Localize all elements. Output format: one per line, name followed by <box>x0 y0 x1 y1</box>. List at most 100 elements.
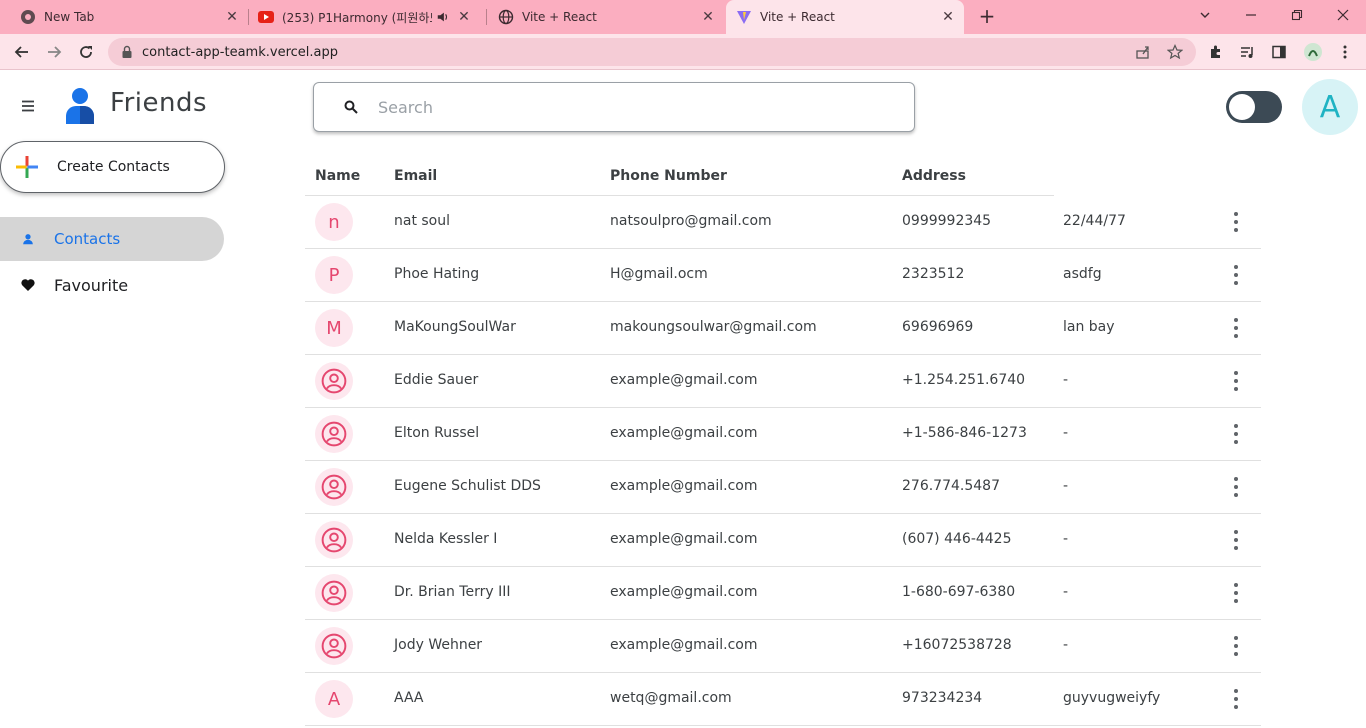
contact-email: example@gmail.com <box>610 425 758 441</box>
plus-icon <box>16 156 38 178</box>
table-row[interactable]: Jody Wehner example@gmail.com +160725387… <box>305 620 1261 673</box>
contact-name: Jody Wehner <box>394 637 483 653</box>
url-text[interactable]: contact-app-teamk.vercel.app <box>142 45 338 60</box>
tab-youtube[interactable]: (253) P1Harmony (피원하모니 ✕ <box>248 0 486 34</box>
close-icon[interactable]: ✕ <box>698 9 718 25</box>
tab-new-tab[interactable]: New Tab ✕ <box>0 0 248 34</box>
close-icon[interactable]: ✕ <box>222 9 242 25</box>
contact-avatar: n <box>315 203 353 241</box>
contact-email: makoungsoulwar@gmail.com <box>610 319 817 335</box>
contact-avatar <box>315 362 353 400</box>
back-arrow-icon[interactable] <box>11 41 33 63</box>
column-header-name[interactable]: Name <box>315 168 360 184</box>
restore-button[interactable] <box>1274 0 1320 30</box>
create-contacts-label: Create Contacts <box>57 159 170 175</box>
contact-phone: 276.774.5487 <box>902 478 1000 494</box>
table-row[interactable]: Elton Russel example@gmail.com +1-586-84… <box>305 408 1261 461</box>
more-vertical-icon[interactable] <box>1227 687 1245 711</box>
contact-name: AAA <box>394 690 424 706</box>
lock-icon[interactable] <box>120 45 134 59</box>
contact-email: example@gmail.com <box>610 531 758 547</box>
reload-icon[interactable] <box>75 41 97 63</box>
more-vertical-icon[interactable] <box>1227 316 1245 340</box>
table-row[interactable]: P Phoe Hating H@gmail.ocm 2323512 asdfg <box>305 249 1261 302</box>
search-bar[interactable] <box>313 82 915 132</box>
contact-phone: 2323512 <box>902 266 965 282</box>
forward-arrow-icon[interactable] <box>43 41 65 63</box>
more-vertical-icon[interactable] <box>1227 475 1245 499</box>
contact-name: Phoe Hating <box>394 266 480 282</box>
user-avatar[interactable]: A <box>1302 79 1358 135</box>
account-circle-icon <box>321 368 347 394</box>
side-panel-icon[interactable] <box>1269 42 1289 62</box>
search-icon[interactable] <box>344 100 358 114</box>
more-vertical-icon[interactable] <box>1227 369 1245 393</box>
close-icon[interactable]: ✕ <box>938 9 958 25</box>
toggle-knob <box>1229 94 1255 120</box>
address-bar[interactable]: contact-app-teamk.vercel.app <box>108 38 1196 66</box>
contact-phone: 973234234 <box>902 690 983 706</box>
sidebar-item-contacts[interactable]: Contacts <box>0 217 224 261</box>
table-row[interactable]: Nelda Kessler I example@gmail.com (607) … <box>305 514 1261 567</box>
person-icon <box>20 231 36 247</box>
close-window-button[interactable] <box>1320 0 1366 30</box>
browser-tab-strip: New Tab ✕ (253) P1Harmony (피원하모니 ✕ Vite … <box>0 0 1366 34</box>
browser-toolbar: contact-app-teamk.vercel.app <box>0 34 1366 70</box>
more-vertical-icon[interactable] <box>1227 581 1245 605</box>
contact-name: nat soul <box>394 213 451 229</box>
share-icon[interactable] <box>1133 42 1153 62</box>
vite-icon <box>737 11 751 24</box>
contact-email: example@gmail.com <box>610 584 758 600</box>
media-control-icon[interactable] <box>1237 42 1257 62</box>
column-header-email[interactable]: Email <box>394 168 437 184</box>
create-contacts-button[interactable]: Create Contacts <box>0 141 225 193</box>
search-input[interactable] <box>378 97 878 117</box>
table-row[interactable]: n nat soul natsoulpro@gmail.com 09999923… <box>305 196 1261 249</box>
more-vertical-icon[interactable] <box>1227 263 1245 287</box>
contact-address: - <box>1063 531 1069 547</box>
table-row[interactable]: A AAA wetq@gmail.com 973234234 guyvugwei… <box>305 673 1261 726</box>
more-vertical-icon[interactable] <box>1227 634 1245 658</box>
contact-avatar: P <box>315 256 353 294</box>
close-icon[interactable]: ✕ <box>454 9 474 25</box>
table-header: Name Email Phone Number Address <box>305 160 1054 196</box>
more-vertical-icon[interactable] <box>1227 422 1245 446</box>
contact-name: Dr. Brian Terry III <box>394 584 511 600</box>
contact-address: guyvugweiyfy <box>1063 690 1161 706</box>
contact-name: Eddie Sauer <box>394 372 479 388</box>
column-header-address[interactable]: Address <box>902 168 966 184</box>
hamburger-menu-icon[interactable] <box>20 98 36 114</box>
star-icon[interactable] <box>1165 42 1185 62</box>
speaker-icon[interactable] <box>436 10 450 24</box>
account-circle-icon <box>321 474 347 500</box>
more-vertical-icon[interactable] <box>1335 42 1355 62</box>
contact-name: Nelda Kessler I <box>394 531 498 547</box>
tab-vite-react-1[interactable]: Vite + React ✕ <box>486 0 724 34</box>
chevron-down-icon[interactable] <box>1182 0 1228 30</box>
tab-title: New Tab <box>44 10 95 24</box>
contact-name: Elton Russel <box>394 425 480 441</box>
profile-avatar-icon[interactable] <box>1303 42 1323 62</box>
tab-title: Vite + React <box>522 10 597 24</box>
more-vertical-icon[interactable] <box>1227 210 1245 234</box>
more-vertical-icon[interactable] <box>1227 528 1245 552</box>
contact-avatar <box>315 521 353 559</box>
minimize-button[interactable] <box>1228 0 1274 30</box>
contact-email: example@gmail.com <box>610 637 758 653</box>
contact-phone: +16072538728 <box>902 637 1012 653</box>
contact-avatar: M <box>315 309 353 347</box>
new-tab-button[interactable]: + <box>976 5 998 27</box>
dark-mode-toggle[interactable] <box>1226 91 1282 123</box>
table-row[interactable]: Dr. Brian Terry III example@gmail.com 1-… <box>305 567 1261 620</box>
extensions-puzzle-icon[interactable] <box>1206 42 1226 62</box>
table-row[interactable]: M MaKoungSoulWar makoungsoulwar@gmail.co… <box>305 302 1261 355</box>
sidebar-item-favourite[interactable]: Favourite <box>0 263 224 307</box>
contact-email: example@gmail.com <box>610 372 758 388</box>
table-row[interactable]: Eddie Sauer example@gmail.com +1.254.251… <box>305 355 1261 408</box>
table-row[interactable]: Eugene Schulist DDS example@gmail.com 27… <box>305 461 1261 514</box>
column-header-phone[interactable]: Phone Number <box>610 168 727 184</box>
account-circle-icon <box>321 633 347 659</box>
chrome-icon <box>21 10 35 24</box>
contact-avatar <box>315 627 353 665</box>
tab-vite-react-active[interactable]: Vite + React ✕ <box>726 0 964 34</box>
